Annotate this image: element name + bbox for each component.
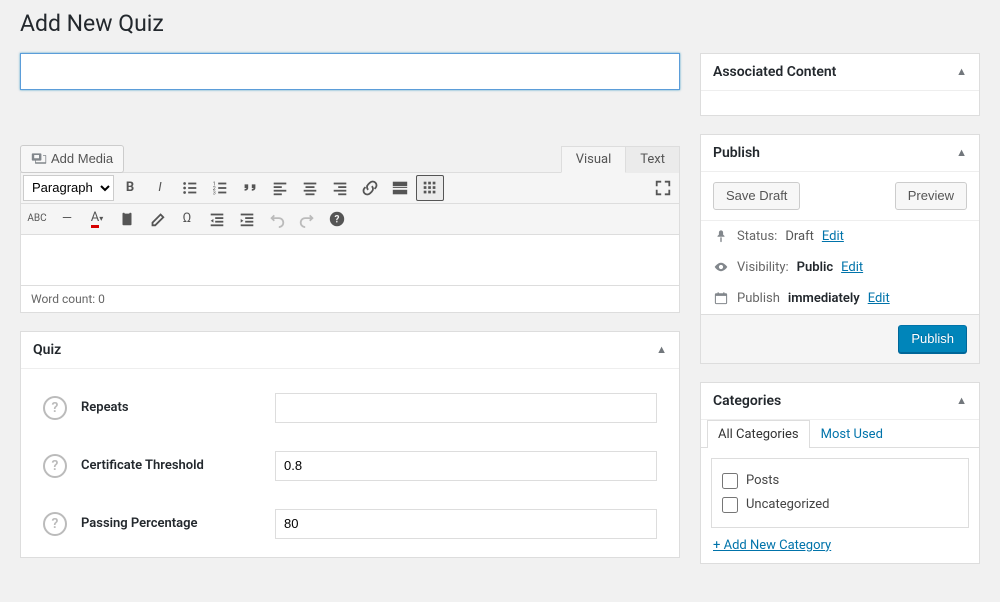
category-item-uncategorized[interactable]: Uncategorized: [722, 493, 958, 517]
repeats-label: Repeats: [81, 400, 261, 415]
eye-icon: [713, 260, 729, 274]
category-item-posts[interactable]: Posts: [722, 469, 958, 493]
publish-toggle[interactable]: ▲: [956, 146, 967, 159]
certificate-threshold-label: Certificate Threshold: [81, 458, 261, 473]
special-char-button[interactable]: Ω: [173, 206, 201, 232]
italic-button[interactable]: I: [146, 175, 174, 201]
visibility-edit-link[interactable]: Edit: [841, 260, 863, 275]
visibility-label: Visibility:: [737, 260, 789, 275]
help-icon[interactable]: ?: [43, 512, 67, 536]
status-edit-link[interactable]: Edit: [822, 229, 844, 244]
hr-button[interactable]: —: [53, 206, 81, 232]
pin-icon: [713, 229, 729, 243]
quiz-title-input[interactable]: [20, 53, 680, 90]
quiz-box-heading: Quiz: [33, 342, 61, 358]
categories-toggle[interactable]: ▲: [956, 394, 967, 407]
bold-button[interactable]: B: [116, 175, 144, 201]
editor-content-area[interactable]: [21, 235, 679, 285]
align-center-button[interactable]: [296, 175, 324, 201]
strikethrough-button[interactable]: ABC: [23, 206, 51, 232]
category-checkbox-uncategorized[interactable]: [722, 497, 738, 513]
preview-button[interactable]: Preview: [895, 182, 967, 210]
status-value: Draft: [785, 229, 814, 244]
read-more-button[interactable]: [386, 175, 414, 201]
numbered-list-button[interactable]: 123: [206, 175, 234, 201]
media-icon: [31, 151, 47, 167]
add-media-button[interactable]: Add Media: [20, 145, 124, 173]
passing-percentage-input[interactable]: [275, 509, 657, 539]
word-count-status: Word count: 0: [21, 285, 679, 312]
paste-text-button[interactable]: [113, 206, 141, 232]
blockquote-button[interactable]: [236, 175, 264, 201]
toolbar-toggle-button[interactable]: [416, 175, 444, 201]
passing-percentage-label: Passing Percentage: [81, 516, 261, 531]
align-left-button[interactable]: [266, 175, 294, 201]
repeats-input[interactable]: [275, 393, 657, 423]
rich-text-editor: Paragraph B I 123 ABC — A▾: [20, 172, 680, 313]
category-label: Posts: [746, 473, 779, 488]
link-button[interactable]: [356, 175, 384, 201]
clear-formatting-button[interactable]: [143, 206, 171, 232]
add-new-category-link[interactable]: + Add New Category: [701, 538, 979, 563]
svg-text:?: ?: [335, 214, 340, 225]
calendar-icon: [713, 291, 729, 305]
undo-button[interactable]: [263, 206, 291, 232]
certificate-threshold-input[interactable]: [275, 451, 657, 481]
svg-text:3: 3: [213, 190, 216, 196]
help-icon[interactable]: ?: [43, 396, 67, 420]
fullscreen-button[interactable]: [649, 175, 677, 201]
help-button[interactable]: ?: [323, 206, 351, 232]
category-checkbox-posts[interactable]: [722, 473, 738, 489]
bulleted-list-button[interactable]: [176, 175, 204, 201]
redo-button[interactable]: [293, 206, 321, 232]
publish-time-label: Publish: [737, 291, 780, 306]
page-title: Add New Quiz: [20, 0, 980, 43]
text-color-button[interactable]: A▾: [83, 206, 111, 232]
help-icon[interactable]: ?: [43, 454, 67, 478]
publish-time-edit-link[interactable]: Edit: [868, 291, 890, 306]
category-label: Uncategorized: [746, 497, 829, 512]
format-select[interactable]: Paragraph: [23, 175, 114, 201]
publish-time-value: immediately: [788, 291, 860, 306]
editor-toolbar-row-1: Paragraph B I 123: [21, 173, 679, 204]
save-draft-button[interactable]: Save Draft: [713, 182, 800, 210]
tab-most-used[interactable]: Most Used: [810, 420, 894, 448]
quiz-box-toggle[interactable]: ▲: [656, 343, 667, 356]
tab-all-categories[interactable]: All Categories: [707, 420, 810, 448]
visibility-value: Public: [797, 260, 833, 275]
associated-content-toggle[interactable]: ▲: [956, 65, 967, 78]
align-right-button[interactable]: [326, 175, 354, 201]
status-label: Status:: [737, 229, 777, 244]
tab-visual[interactable]: Visual: [561, 146, 627, 173]
editor-toolbar-row-2: ABC — A▾ Ω ?: [21, 204, 679, 235]
outdent-button[interactable]: [203, 206, 231, 232]
publish-button[interactable]: Publish: [898, 325, 967, 353]
associated-content-heading: Associated Content: [713, 64, 836, 80]
tab-text[interactable]: Text: [625, 146, 680, 173]
categories-heading: Categories: [713, 393, 781, 409]
add-media-label: Add Media: [51, 146, 113, 172]
indent-button[interactable]: [233, 206, 261, 232]
publish-heading: Publish: [713, 145, 760, 161]
